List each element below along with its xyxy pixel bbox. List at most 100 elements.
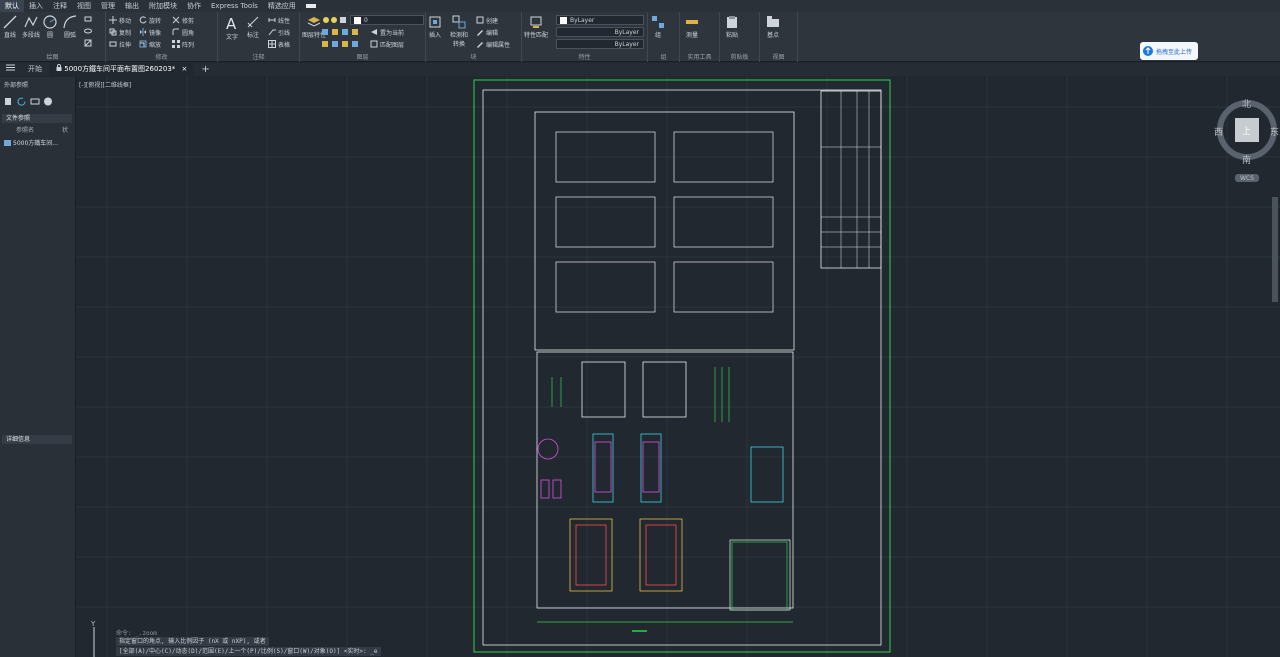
cloud-upload-icon <box>1143 46 1153 56</box>
detect-convert-button[interactable]: 检测和 转换 <box>450 15 468 48</box>
viewport-label[interactable]: [-][俯视][二维线框] <box>79 80 131 89</box>
match-properties-icon <box>530 16 542 28</box>
color-dropdown[interactable]: ByLayer <box>556 15 644 25</box>
vertical-scrollbar[interactable] <box>1272 197 1278 302</box>
scale-button[interactable]: 缩放 <box>139 39 161 49</box>
drawing-sheet <box>473 79 891 653</box>
group-button[interactable]: 组 <box>651 15 665 39</box>
drawing-canvas[interactable] <box>77 77 1280 657</box>
new-tab-button[interactable]: + <box>194 63 216 76</box>
paste-button[interactable]: 粘贴 <box>725 15 739 39</box>
viewcube[interactable] <box>1217 100 1277 182</box>
compass-north: 北 <box>1242 100 1252 110</box>
mirror-button[interactable]: 镜像 <box>139 27 161 37</box>
layer-state-icons[interactable] <box>322 15 350 25</box>
menu-extra-icon[interactable] <box>301 0 321 12</box>
refresh-icon[interactable] <box>17 97 27 106</box>
properties-group-label: 特性 <box>578 54 591 61</box>
groups-group-label: 组 <box>660 54 667 61</box>
fillet-button[interactable]: 圆角 <box>172 27 194 37</box>
array-button[interactable]: 阵列 <box>172 39 194 49</box>
file-refs-header[interactable]: 文件参照 <box>2 114 72 123</box>
menu-view[interactable]: 视图 <box>72 0 96 12</box>
compass-west: 西 <box>1214 128 1224 138</box>
viewcube-top-label[interactable]: 上 <box>1242 124 1251 137</box>
menu-output[interactable]: 输出 <box>120 0 144 12</box>
base-icon <box>767 16 779 27</box>
linetype-dropdown[interactable]: ByLayer <box>556 27 644 37</box>
menu-bar: 默认 插入 注释 视图 管理 输出 附加模块 协作 Express Tools … <box>0 0 1280 12</box>
change-path-icon[interactable] <box>30 97 40 106</box>
leader-button[interactable]: 引线 <box>268 27 290 37</box>
layer-dropdown[interactable]: 0 <box>350 15 424 25</box>
rotate-button[interactable]: 旋转 <box>139 15 161 25</box>
close-tab-icon[interactable]: × <box>182 65 188 73</box>
match-layer-button[interactable]: 匹配图层 <box>370 39 404 49</box>
ribbon-group-groups: 组 组 <box>648 12 680 62</box>
ribbon-group-clipboard: 粘贴 剪贴板 <box>720 12 760 62</box>
polyline-button[interactable]: 多段线 <box>22 15 40 39</box>
rectangle-tool[interactable] <box>84 14 94 24</box>
measure-button[interactable]: 测量 <box>685 15 699 39</box>
menu-default[interactable]: 默认 <box>0 0 24 12</box>
arc-icon <box>63 15 77 29</box>
attach-icon[interactable] <box>4 97 14 106</box>
menu-featured-apps[interactable]: 精选应用 <box>263 0 301 12</box>
menu-addins[interactable]: 附加模块 <box>144 0 182 12</box>
group-icon <box>652 16 664 28</box>
menu-toggle[interactable] <box>0 63 21 76</box>
dimension-button[interactable]: 标注 <box>246 15 260 39</box>
upload-button[interactable]: 拖拽至此上传 <box>1140 42 1198 60</box>
edit-attributes-icon <box>477 42 483 48</box>
circle-button[interactable]: 圆 <box>43 15 57 39</box>
text-icon: A <box>226 15 237 31</box>
trim-button[interactable]: 修剪 <box>172 15 194 25</box>
line-button[interactable]: 直线 <box>3 15 17 39</box>
edit-block-button[interactable]: 编辑 <box>476 27 498 37</box>
menu-collaborate[interactable]: 协作 <box>182 0 206 12</box>
edit-block-icon <box>477 30 483 36</box>
create-block-button[interactable]: 创建 <box>476 15 498 25</box>
linear-button[interactable]: 线性 <box>268 15 290 25</box>
base-point-button[interactable]: 基点 <box>766 15 780 39</box>
refs-column-header: 参照名 状 <box>16 127 68 134</box>
list-item[interactable]: 5000方鐵车间... <box>4 138 58 147</box>
move-button[interactable]: 移动 <box>109 15 131 25</box>
menu-insert[interactable]: 插入 <box>24 0 48 12</box>
text-button[interactable]: A 文字 <box>224 15 240 41</box>
ribbon-group-layers: 图层特性 0 置为当前 匹配图层 图层 <box>300 12 426 62</box>
tab-document[interactable]: 5000方鐵车间平面布置图260203* × <box>49 63 195 76</box>
menu-annotate[interactable]: 注释 <box>48 0 72 12</box>
menu-express-tools[interactable]: Express Tools <box>206 0 263 12</box>
measure-icon <box>686 20 698 24</box>
table-button[interactable]: 表格 <box>268 39 290 49</box>
ellipse-tool[interactable] <box>84 26 94 36</box>
panel-toolbar <box>4 97 53 106</box>
match-properties-button[interactable]: 特性匹配 <box>524 15 548 39</box>
copy-button[interactable]: 复制 <box>109 27 131 37</box>
make-current-button[interactable]: 置为当前 <box>370 27 404 37</box>
hatch-tool[interactable] <box>84 38 94 48</box>
stretch-button[interactable]: 拉伸 <box>109 39 131 49</box>
insert-button[interactable]: 插入 <box>428 15 442 39</box>
stretch-icon <box>109 41 117 47</box>
details-header[interactable]: 详细信息 <box>2 435 72 444</box>
lineweight-dropdown[interactable]: ByLayer <box>556 39 644 49</box>
tab-start[interactable]: 开始 <box>21 63 49 76</box>
layer-tools-row1[interactable] <box>322 27 372 37</box>
command-line-input[interactable]: [全部(A)/中心(C)/动态(D)/范围(E)/上一个(P)/比例(S)/窗口… <box>116 647 381 656</box>
ribbon-group-utilities: 测量 实用工具 <box>680 12 720 62</box>
wcs-label[interactable]: WCS <box>1240 175 1254 182</box>
layer-tools-row2[interactable] <box>322 39 372 49</box>
arc-button[interactable]: 圆弧 <box>63 15 77 39</box>
layers-group-label: 图层 <box>356 54 369 61</box>
help-icon[interactable] <box>43 97 53 106</box>
dimension-icon <box>247 16 259 28</box>
clipboard-group-label: 剪贴板 <box>730 54 749 61</box>
menu-manage[interactable]: 管理 <box>96 0 120 12</box>
create-block-icon <box>476 16 484 24</box>
fillet-icon <box>172 28 179 35</box>
ucs-y-label: Y <box>91 620 96 628</box>
scale-icon <box>139 40 147 48</box>
edit-attributes-button[interactable]: 编辑属性 <box>476 39 510 49</box>
